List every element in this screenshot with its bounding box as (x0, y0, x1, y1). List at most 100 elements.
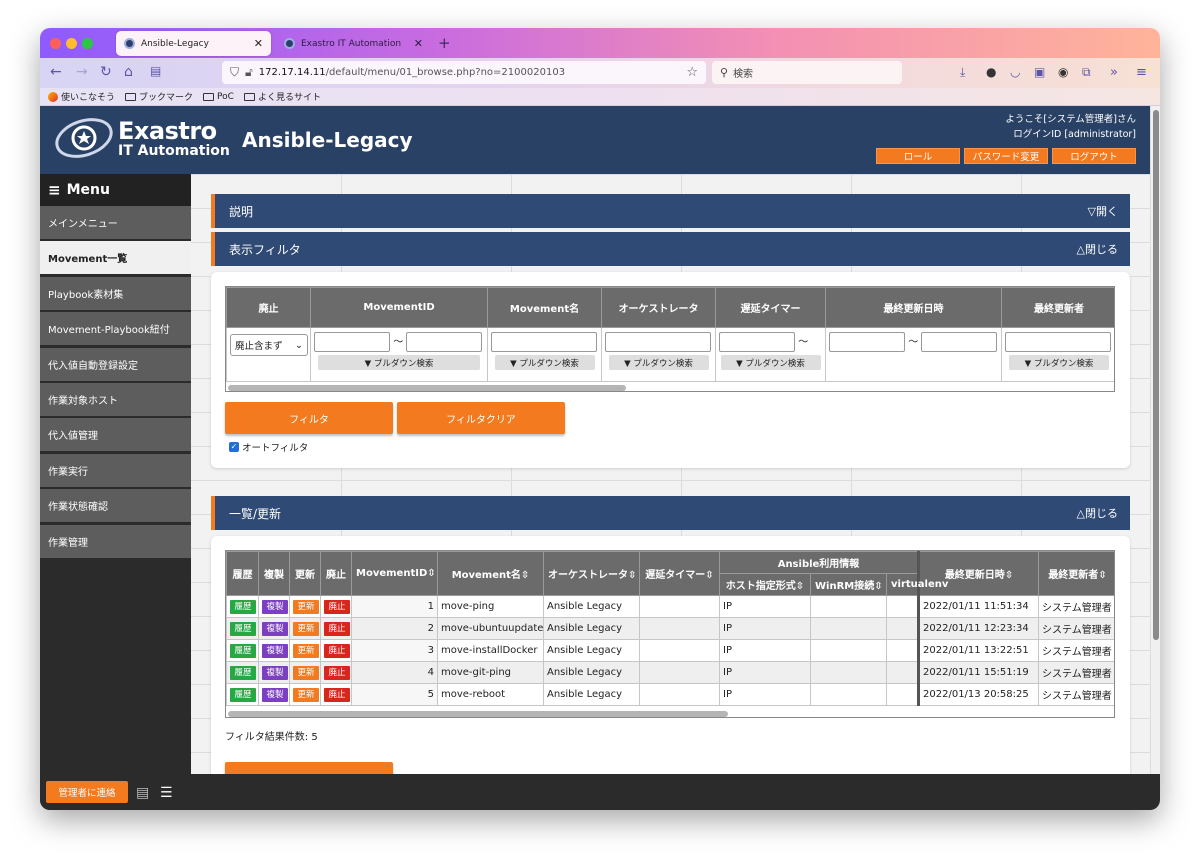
reader-view-icon[interactable]: ▤ (150, 64, 161, 78)
last-updater-pulldown-button[interactable]: ▼ プルダウン検索 (1009, 355, 1109, 370)
col-orchestrator[interactable]: オーケストレータ⇳ (543, 551, 640, 596)
screenshot-icon[interactable]: ▣ (1034, 65, 1045, 79)
list-toggle[interactable]: △閉じる (1077, 505, 1118, 521)
bookmark-item[interactable]: 使いこなそう (48, 90, 115, 103)
description-section-bar[interactable]: 説明 ▽開く (211, 194, 1130, 228)
delay-timer-from-input[interactable] (719, 332, 795, 352)
sidebar-item-playbook-materials[interactable]: Playbook素材集 (40, 276, 191, 310)
filter-section-bar[interactable]: 表示フィルタ △閉じる (211, 232, 1130, 266)
pocket-icon[interactable]: ◡ (1010, 65, 1020, 79)
col-winrm[interactable]: WinRM接続⇳ (810, 573, 887, 596)
last-updated-from-input[interactable] (829, 332, 905, 352)
disuse-select[interactable]: 廃止含まず ⌄ (230, 334, 308, 356)
history-button[interactable]: 履歴 (230, 621, 256, 636)
discard-button[interactable]: 廃止 (324, 621, 350, 636)
col-delay-timer[interactable]: 遅延タイマー⇳ (639, 551, 720, 596)
sidebar-item-status-check[interactable]: 作業状態確認 (40, 489, 191, 523)
layout-compact-icon[interactable]: ▤ (136, 785, 149, 801)
col-host-spec[interactable]: ホスト指定形式⇳ (719, 573, 811, 596)
close-window-button[interactable] (50, 38, 61, 49)
auto-filter-checkbox[interactable]: ✓ (229, 442, 239, 452)
update-button[interactable]: 更新 (293, 599, 319, 614)
browser-tab-ansible-legacy[interactable]: Ansible-Legacy ✕ (116, 31, 271, 56)
last-updated-to-input[interactable] (921, 332, 998, 352)
filter-table-scrollbar[interactable] (228, 385, 626, 391)
update-button[interactable]: 更新 (293, 643, 319, 658)
role-button[interactable]: ロール (876, 148, 960, 164)
scrollbar-thumb[interactable] (1153, 110, 1159, 640)
filter-toggle[interactable]: △閉じる (1077, 241, 1118, 257)
copy-button[interactable]: 複製 (262, 665, 288, 680)
col-movement-name[interactable]: Movement名⇳ (437, 551, 544, 596)
bookmark-item[interactable]: よく見るサイト (243, 90, 321, 103)
sidebar-item-substitution-values[interactable]: 代入値管理 (40, 418, 191, 452)
discard-button[interactable]: 廃止 (324, 599, 350, 614)
sidebar-item-auto-registration[interactable]: 代入値自動登録設定 (40, 347, 191, 381)
movement-id-from-input[interactable] (314, 332, 390, 352)
copy-button[interactable]: 複製 (262, 599, 288, 614)
bookmark-item[interactable]: ブックマーク (125, 90, 193, 103)
sidebar-item-movement-list[interactable]: Movement一覧 (40, 241, 191, 275)
browser-search-bar[interactable]: ⚲ 検索 (712, 61, 902, 84)
history-button[interactable]: 履歴 (230, 687, 256, 702)
back-arrow-icon[interactable]: ← (50, 64, 62, 80)
history-button[interactable]: 履歴 (230, 665, 256, 680)
cell-discard: 廃止 (320, 617, 352, 640)
tab-close-icon[interactable]: ✕ (254, 37, 263, 50)
history-button[interactable]: 履歴 (230, 599, 256, 614)
movement-name-input[interactable] (491, 332, 597, 352)
orchestrator-pulldown-button[interactable]: ▼ プルダウン検索 (608, 355, 709, 370)
layout-list-icon[interactable]: ☰ (160, 785, 173, 801)
change-password-button[interactable]: パスワード変更 (964, 148, 1048, 164)
list-table-scrollbar[interactable] (228, 711, 728, 717)
new-tab-plus-icon[interactable]: + (438, 34, 451, 52)
col-virtualenv[interactable]: virtualenv (885, 573, 948, 596)
minimize-window-button[interactable] (66, 38, 77, 49)
sidebar-item-movement-playbook-link[interactable]: Movement-Playbook紐付 (40, 312, 191, 346)
sidebar-item-execute[interactable]: 作業実行 (40, 453, 191, 487)
discard-button[interactable]: 廃止 (324, 665, 350, 680)
contact-admin-button[interactable]: 管理者に連絡 (46, 781, 128, 803)
bookmark-star-icon[interactable]: ☆ (686, 65, 698, 80)
movement-name-pulldown-button[interactable]: ▼ プルダウン検索 (494, 355, 595, 370)
description-toggle[interactable]: ▽開く (1088, 203, 1118, 219)
copy-button[interactable]: 複製 (262, 621, 288, 636)
maximize-window-button[interactable] (82, 38, 93, 49)
movement-id-to-input[interactable] (406, 332, 483, 352)
col-last-updater[interactable]: 最終更新者⇳ (1038, 551, 1114, 596)
sidebar-item-job-management[interactable]: 作業管理 (40, 524, 191, 558)
copy-button[interactable]: 複製 (262, 643, 288, 658)
update-button[interactable]: 更新 (293, 687, 319, 702)
tab-close-icon[interactable]: ✕ (414, 37, 423, 50)
delay-timer-pulldown-button[interactable]: ▼ プルダウン検索 (720, 355, 821, 370)
url-bar[interactable]: ⛉ 🔓︎ 172.17.14.11/default/menu/01_browse… (222, 61, 706, 84)
bookmark-item[interactable]: PoC (203, 92, 234, 102)
page-scrollbar[interactable] (1150, 106, 1160, 810)
sidebar-item-main-menu[interactable]: メインメニュー (40, 206, 191, 239)
discard-button[interactable]: 廃止 (324, 643, 350, 658)
history-button[interactable]: 履歴 (230, 643, 256, 658)
home-icon[interactable]: ⌂ (124, 64, 133, 80)
last-updater-input[interactable] (1005, 332, 1111, 352)
discard-button[interactable]: 廃止 (324, 687, 350, 702)
forward-arrow-icon[interactable]: → (76, 64, 88, 80)
download-icon[interactable]: ⤓ (960, 65, 965, 80)
browser-tab-exastro[interactable]: Exastro IT Automation ✕ (276, 31, 431, 56)
update-button[interactable]: 更新 (293, 621, 319, 636)
filter-clear-button[interactable]: フィルタクリア (397, 402, 565, 434)
filter-button[interactable]: フィルタ (225, 402, 393, 434)
list-section-bar[interactable]: 一覧/更新 △閉じる (211, 496, 1130, 530)
yahoo-extension-icon[interactable]: ● (986, 65, 996, 79)
logout-button[interactable]: ログアウト (1052, 148, 1136, 164)
translate-icon[interactable]: ⧉ (1082, 65, 1091, 80)
copy-button[interactable]: 複製 (262, 687, 288, 702)
extension-icon[interactable]: ◉ (1058, 65, 1068, 79)
reload-icon[interactable]: ↻ (100, 64, 112, 80)
hamburger-menu-icon[interactable]: ≡ (1136, 65, 1147, 80)
update-button[interactable]: 更新 (293, 665, 319, 680)
col-movement-id[interactable]: MovementID⇳ (351, 551, 438, 596)
overflow-chevron-icon[interactable]: » (1110, 65, 1118, 80)
movement-id-pulldown-button[interactable]: ▼ プルダウン検索 (318, 355, 480, 370)
orchestrator-input[interactable] (605, 332, 711, 352)
sidebar-item-target-hosts[interactable]: 作業対象ホスト (40, 382, 191, 416)
